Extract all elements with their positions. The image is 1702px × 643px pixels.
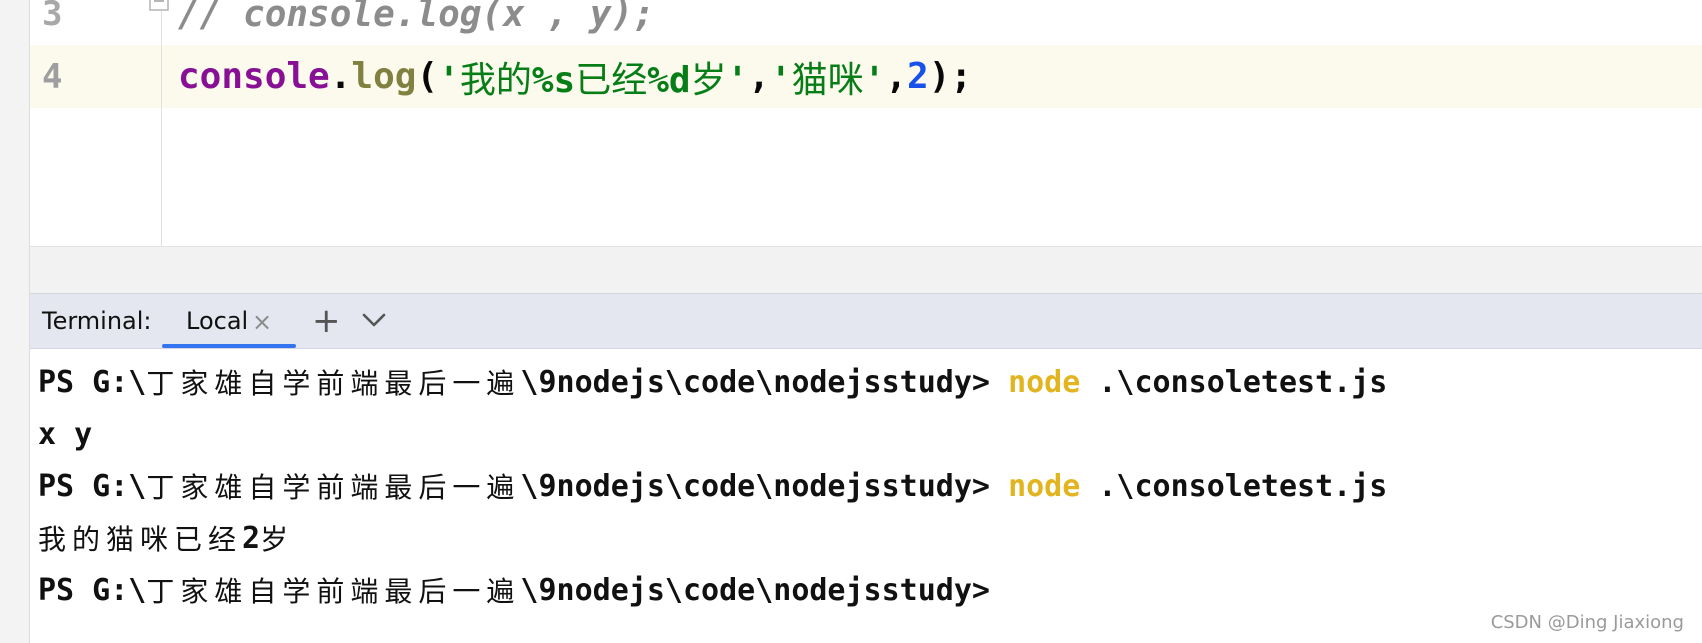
terminal-line: PS G:\ 丁家雄自学前端最后一遍 \9nodejs\code\nodejsstu… [38, 460, 1387, 512]
token-log: log [351, 56, 417, 97]
code-editor[interactable]: 3 // console.log(x , y); 4 console. log('… [30, 0, 1702, 248]
line-number: 4 [42, 56, 63, 97]
token-comma: , [748, 56, 770, 97]
left-tool-strip [0, 0, 30, 643]
code-line-4[interactable]: 4 console. log('我的%s已经%d岁', '猫咪', 2); [30, 45, 1702, 108]
command-arg: .\consoletest.js [1080, 468, 1388, 504]
token-quote: ' [769, 59, 792, 101]
prompt-prefix: PS G:\ [38, 572, 147, 608]
prompt-path: \9nodejs\code\nodejsstudy> [520, 468, 1009, 504]
prompt-cjk-dir: 丁家雄自学前端最后一遍 [146, 575, 521, 608]
terminal-line: 我的猫咪已经 2 岁 [38, 512, 294, 564]
editor-bottom-bar [30, 246, 1702, 294]
token-quote: ' [863, 59, 886, 101]
output-number: 2 [242, 520, 261, 556]
tab-local[interactable]: Local × [162, 294, 296, 348]
watermark: CSDN @Ding Jiaxiong [1490, 612, 1684, 633]
token-format-s: %s [531, 59, 576, 101]
terminal-line: x y [38, 408, 92, 460]
line-number: 3 [42, 0, 63, 34]
output-cjk: 我的猫咪已经 [38, 523, 243, 556]
command-node: node [1008, 364, 1081, 400]
token-paren-open: ( [416, 56, 439, 97]
prompt-prefix: PS G:\ [38, 364, 147, 400]
close-icon[interactable]: × [252, 308, 272, 336]
prompt-prefix: PS G:\ [38, 468, 147, 504]
comment-code: // console.log(x , y); [178, 0, 655, 35]
terminal-output[interactable]: PS G:\ 丁家雄自学前端最后一遍 \9nodejs\code\nodejsstu… [30, 349, 1702, 643]
token-cjk: 猫咪 [791, 59, 864, 101]
output-cjk: 岁 [260, 523, 295, 556]
token-quote: ' [726, 59, 749, 101]
prompt-path: \9nodejs\code\nodejsstudy> [520, 364, 1009, 400]
command-node: node [1008, 468, 1081, 504]
token-dot: . [329, 56, 352, 97]
terminal-line: PS G:\ 丁家雄自学前端最后一遍 \9nodejs\code\nodejsstu… [38, 356, 1387, 408]
prompt-path: \9nodejs\code\nodejsstudy> [520, 572, 990, 608]
plus-icon[interactable]: + [312, 301, 341, 341]
terminal-header: Terminal: Local × + [30, 293, 1702, 349]
output-text: x y [38, 416, 93, 452]
token-cjk: 我的 [459, 59, 532, 101]
fold-marker-icon[interactable] [148, 0, 170, 12]
active-tab-indicator [162, 344, 296, 348]
terminal-line: PS G:\ 丁家雄自学前端最后一遍 \9nodejs\code\nodejsstu… [38, 564, 990, 616]
tab-label: Local [186, 307, 249, 335]
prompt-cjk-dir: 丁家雄自学前端最后一遍 [146, 471, 521, 504]
code-statement: console. log('我的%s已经%d岁', '猫咪', 2); [178, 45, 972, 108]
token-quote: ' [438, 59, 460, 101]
token-paren-close: ); [928, 56, 973, 97]
token-console: console [178, 56, 330, 97]
code-line-3[interactable]: 3 // console.log(x , y); [30, 0, 1702, 44]
token-cjk: 岁 [690, 59, 727, 101]
token-number: 2 [907, 56, 929, 97]
command-arg: .\consoletest.js [1080, 364, 1388, 400]
terminal-title: Terminal: [42, 307, 152, 335]
string-literal-format: '我的%s已经%d岁' [438, 51, 748, 103]
prompt-cjk-dir: 丁家雄自学前端最后一遍 [146, 367, 521, 400]
token-comma: , [885, 56, 908, 97]
token-format-d: %d [647, 59, 691, 101]
string-literal-cat: '猫咪' [770, 51, 885, 103]
chevron-down-icon[interactable] [360, 306, 388, 334]
token-cjk: 已经 [575, 59, 648, 101]
